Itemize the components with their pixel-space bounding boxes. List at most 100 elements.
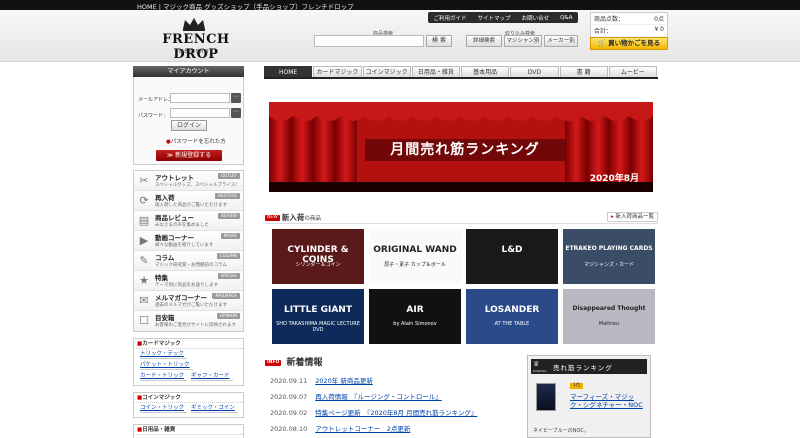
sidebar-item-special[interactable]: ★ 特集 テーマ別に商品をお送りします SPECIAL: [134, 271, 243, 291]
ranking-product-link[interactable]: マーフィーズ・マジック・シグネチャー・NOC: [570, 393, 646, 409]
product-thumbnail[interactable]: LITTLE GIANT SHO TAKASHIMA MAGIC LECTURE …: [272, 289, 364, 344]
category-link-card-trick[interactable]: カード・トリック: [140, 372, 188, 381]
coin-magic-category: ■コインマジック コイン・トリック ギミック・コイン: [133, 392, 244, 418]
product-subtitle: シリンダー＆コイン: [295, 262, 341, 268]
product-thumbnail[interactable]: Disappeared Thought Mathieu: [563, 289, 655, 344]
sidebar-item-desc: スペシャルグッズ、スペシャルプライス！: [155, 183, 240, 188]
product-subtitle: Mathieu: [598, 321, 620, 327]
category-link-trick-deck[interactable]: トリック・デック: [140, 350, 187, 359]
nav-home[interactable]: HOME: [264, 66, 313, 77]
login-button[interactable]: ログイン: [171, 120, 207, 131]
pen-icon: ✎: [139, 254, 149, 267]
product-title: LITTLE GIANT: [284, 305, 352, 315]
news-item: 2020.09.07 再入荷情報 『ルージング・コントロール』: [270, 391, 442, 401]
ranking-banner[interactable]: 月間売れ筋ランキング 2020年8月: [269, 102, 653, 192]
news-link[interactable]: 2020年 新商品更新: [315, 377, 373, 385]
ranking-title: 売れ筋ランキング: [553, 364, 613, 372]
sidebar-item-title: アウトレット: [155, 174, 194, 182]
news-link[interactable]: 再入荷情報 『ルージング・コントロール』: [315, 393, 442, 401]
product-thumbnail[interactable]: LOSANDER AT THE TABLE: [466, 289, 558, 344]
nav-basic[interactable]: 基本用品: [461, 66, 510, 77]
news-date: 2020.09.07: [270, 393, 308, 401]
nav-movie[interactable]: ムービー: [608, 66, 657, 77]
sidebar-item-tag: OPINION: [216, 313, 240, 319]
nav-books[interactable]: 書 籍: [559, 66, 608, 77]
product-thumbnail[interactable]: L&D: [466, 229, 558, 284]
ranking-product-image[interactable]: [536, 383, 556, 411]
keyboard-icon[interactable]: ⋯: [231, 108, 241, 118]
sidebar-item-desc: マジック研究家・お問題前のコラム: [155, 263, 227, 268]
email-field[interactable]: [170, 93, 230, 103]
banner-title: 月間売れ筋ランキング: [365, 139, 565, 161]
banner-date: 2020年8月: [589, 174, 639, 184]
ranking-product-desc: ネイビーブルーのNOC。: [533, 428, 589, 434]
sidebar-item-title: メルマガコーナー: [155, 294, 207, 302]
sidebar-item-column[interactable]: ✎ コラム マジック研究家・お問題前のコラム COLUMN: [134, 251, 243, 271]
sidebar-item-mailmaga[interactable]: ✉ メルマガコーナー 過去のメルマガがご覧いただけます MAILMAGA: [134, 291, 243, 311]
category-link-coin-trick[interactable]: コイン・トリック: [140, 404, 188, 413]
card-magic-category: ■カードマジック トリック・デック パケット・トリック カード・トリック ギャフ・…: [133, 338, 244, 386]
util-qa-link[interactable]: Q&A: [560, 15, 572, 21]
sidebar-item-desc: みなさまの声を集めました: [155, 223, 209, 228]
cart-count-value: 0点: [654, 16, 664, 23]
nav-coin-magic[interactable]: コインマジック: [362, 66, 411, 77]
product-title: AIR: [406, 305, 424, 315]
util-sitemap-link[interactable]: サイトマップ: [478, 14, 511, 22]
sidebar-item-title: 動画コーナー: [155, 234, 194, 242]
register-button[interactable]: ≫ 新規登録する: [156, 150, 222, 161]
nav-dvd[interactable]: DVD: [510, 66, 559, 77]
site-logo[interactable]: FRENCH DROP WEB SHOP: [141, 17, 251, 62]
news-link[interactable]: 特集ページ更新 『2020年8月 月間売れ筋ランキング』: [315, 409, 477, 417]
category-link-gaff-card[interactable]: ギャフ・カード: [191, 372, 233, 381]
category-heading: ■コインマジック: [134, 393, 243, 403]
sidebar-item-desc: 過去のメルマガがご覧いただけます: [155, 303, 227, 308]
util-contact-link[interactable]: お問い合せ: [522, 14, 550, 22]
category-link-gimmick-coin[interactable]: ギミック・コイン: [191, 404, 238, 413]
sidebar-item-opinion[interactable]: ☐ 目安箱 お客様のご意見がサイトに反映されます OPINION: [134, 311, 243, 331]
forgot-password-label: パスワードを忘れた方: [170, 139, 226, 145]
sidebar-item-title: 目安箱: [155, 314, 175, 322]
news-date: 2020.08.10: [270, 425, 308, 433]
product-thumbnail[interactable]: CYLINDER & COINS シリンダー＆コイン: [272, 229, 364, 284]
sidebar-item-title: 再入荷: [155, 194, 175, 202]
sidebar-item-outlet[interactable]: ✂ アウトレット スペシャルグッズ、スペシャルプライス！ OUTLET: [134, 171, 243, 191]
tag-icon: ✂: [139, 174, 149, 187]
view-cart-button[interactable]: 🛒 買い物かごを見る: [590, 37, 668, 50]
news-heading: INFO 新着情報: [265, 355, 323, 368]
sidebar-item-tag: SPECIAL: [217, 273, 240, 279]
product-thumbnail[interactable]: ETRAKEO PLAYING CARDS マジシャンズ・カード: [563, 229, 655, 284]
search-input[interactable]: [314, 35, 424, 47]
nav-goods[interactable]: 日用品・雑貨: [411, 66, 460, 77]
password-label: パスワード：: [138, 113, 169, 119]
sidebar-item-movie[interactable]: ▶ 動画コーナー 様々な動画を紹介しています MOVIE: [134, 231, 243, 251]
product-thumbnail[interactable]: AIR by Alain Simonov: [369, 289, 461, 344]
maker-search-button[interactable]: メーカー別: [544, 35, 578, 47]
product-thumbnail[interactable]: ORIGINAL WAND 原子・素子 カップ＆ボール: [369, 229, 461, 284]
forgot-password-link[interactable]: ●パスワードを忘れた方: [166, 137, 226, 145]
category-link-packet-trick[interactable]: パケット・トリック: [140, 361, 193, 370]
crown-icon: [183, 18, 205, 31]
nav-card-magic[interactable]: カードマジック: [313, 66, 362, 77]
util-guide-link[interactable]: ご利用ガイド: [434, 14, 467, 22]
card-magic-heading: カードマジック: [142, 341, 181, 347]
detailed-search-button[interactable]: 詳細検索: [466, 35, 502, 47]
sidebar-item-review[interactable]: ▤ 商品レビュー みなさまの声を集めました REVIEW: [134, 211, 243, 231]
news-link[interactable]: アウトレットコーナー 2点更新: [315, 425, 410, 433]
sidebar: マイアカウント メールアドレス： ⋯ パスワード： ⋯ ログイン ●パスワードを…: [133, 66, 244, 438]
sidebar-item-tag: MOVIE: [221, 233, 240, 239]
cart-count-label: 商品点数：: [594, 16, 625, 23]
sidebar-item-restock[interactable]: ⟳ 再入荷 再入荷した商品がご覧いただけます RESTOCK: [134, 191, 243, 211]
new-arrivals-list-link[interactable]: ▸ 新入荷商品一覧: [606, 212, 658, 222]
news-item: 2020.09.02 特集ページ更新 『2020年8月 月間売れ筋ランキング』: [270, 407, 477, 417]
magician-search-button[interactable]: マジシャン別: [504, 35, 542, 47]
sidebar-item-tag: REVIEW: [218, 213, 240, 219]
crown-icon: ♛: [533, 360, 540, 368]
category-heading: ■日用品・雑貨: [134, 425, 243, 435]
keyboard-icon[interactable]: ⋯: [231, 93, 241, 103]
refresh-icon: ⟳: [139, 194, 149, 207]
search-button[interactable]: 検 索: [426, 35, 452, 47]
password-field[interactable]: [170, 108, 230, 118]
video-icon: ▶: [139, 234, 149, 247]
news-item: 2020.08.10 アウトレットコーナー 2点更新: [270, 423, 410, 433]
news-date: 2020.09.11: [270, 377, 308, 385]
